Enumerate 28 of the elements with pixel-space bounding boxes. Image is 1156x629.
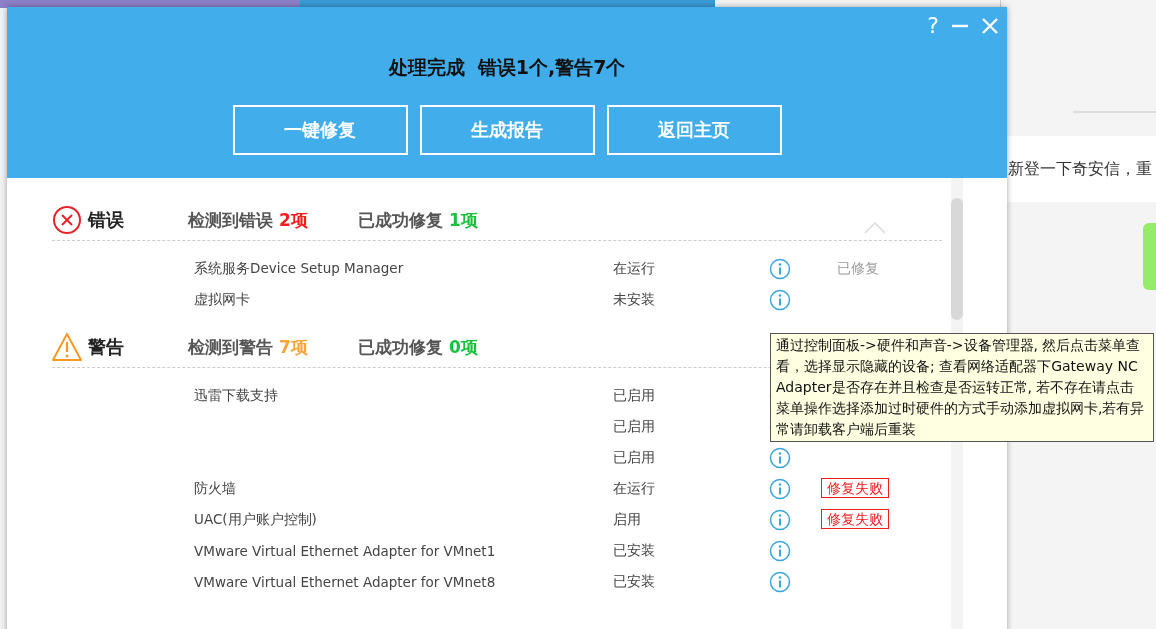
section-title: 警告 bbox=[88, 335, 125, 359]
item-status: 已启用 bbox=[613, 448, 656, 467]
fix-failed-tag: 修复失败 bbox=[821, 508, 889, 529]
detected-summary: 检测到错误 2项 bbox=[188, 208, 309, 232]
item-name: UAC(用户账户控制) bbox=[194, 510, 318, 529]
item-status: 已安装 bbox=[613, 541, 656, 560]
item-name: 虚拟网卡 bbox=[194, 290, 251, 309]
fixed-summary: 已成功修复 1项 bbox=[358, 208, 479, 232]
fix-result: 已修复 bbox=[837, 259, 879, 276]
item-status: 已安装 bbox=[613, 572, 656, 591]
item-status: 已启用 bbox=[613, 386, 656, 405]
fix-failed-tag: 修复失败 bbox=[821, 477, 889, 498]
dialog-title: 处理完成 错误1个,警告7个 bbox=[388, 55, 626, 80]
section-title: 错误 bbox=[88, 208, 125, 232]
item-name: 迅雷下载支持 bbox=[194, 386, 279, 405]
detected-summary: 检测到警告 7项 bbox=[188, 335, 309, 359]
item-status: 在运行 bbox=[613, 479, 656, 498]
item-status: 未安装 bbox=[613, 290, 656, 309]
chat-message: 新登一下奇安信，重 bbox=[1007, 158, 1152, 180]
item-name: 系统服务Device Setup Manager bbox=[194, 259, 405, 278]
item-status: 在运行 bbox=[613, 259, 656, 278]
item-name: 防火墙 bbox=[194, 479, 237, 498]
tooltip: 通过控制面板->硬件和声音->设备管理器, 然后点击菜单查看，选择显示隐藏的设备; 查看网络适配器下Gateway NC Adapter是否存在并且检查是否运转正常, 若不存在请点击菜单操作选择添加过时硬件的方式手动添加虚拟网卡,若有异常请卸载客户端后重装 bbox=[770, 333, 1154, 442]
fixed-summary: 已成功修复 0项 bbox=[358, 335, 479, 359]
item-name: VMware Virtual Ethernet Adapter for VMnet8 bbox=[194, 573, 497, 590]
item-status: 已启用 bbox=[613, 417, 656, 436]
item-name: VMware Virtual Ethernet Adapter for VMnet1 bbox=[194, 542, 497, 559]
item-status: 启用 bbox=[613, 510, 642, 529]
